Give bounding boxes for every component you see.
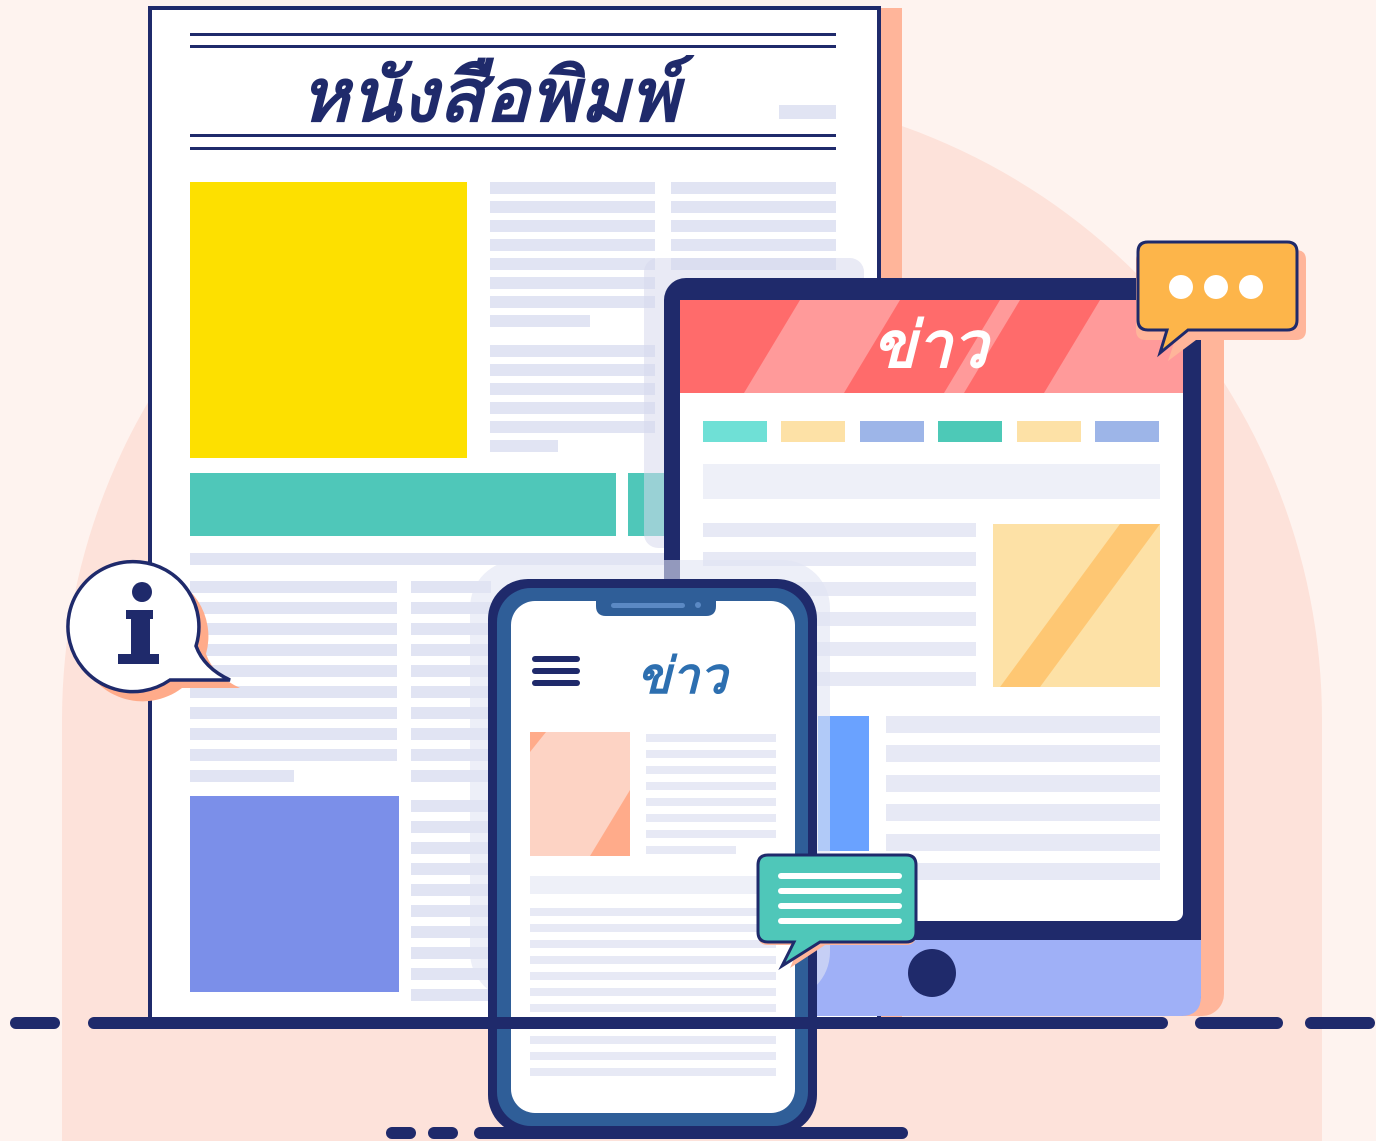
- tablet-header-title: ข่าว: [872, 309, 988, 383]
- newspaper-photo-yellow: [190, 182, 467, 458]
- tablet-chip[interactable]: [1017, 421, 1081, 442]
- newspaper-headline-bar: [190, 473, 616, 536]
- news-illustration: หนังสือพิมพ์ ข่าว ข่าว: [0, 0, 1376, 1141]
- illustration-canvas: [10, 6, 1375, 1141]
- phone-header-title: ข่าว: [636, 647, 728, 705]
- tablet-search-bar: [703, 464, 1160, 499]
- newspaper-title: หนังสือพิมพ์: [300, 53, 680, 139]
- tablet-chip[interactable]: [860, 421, 924, 442]
- phone-subheader: [530, 876, 776, 894]
- tablet-home-button[interactable]: [908, 949, 956, 997]
- tablet-chip[interactable]: [781, 421, 845, 442]
- tablet-chip[interactable]: [938, 421, 1002, 442]
- phone-menu-icon[interactable]: [532, 656, 580, 686]
- tablet-chip[interactable]: [703, 421, 767, 442]
- tablet-chip[interactable]: [1095, 421, 1159, 442]
- newspaper-photo-blue: [190, 796, 399, 992]
